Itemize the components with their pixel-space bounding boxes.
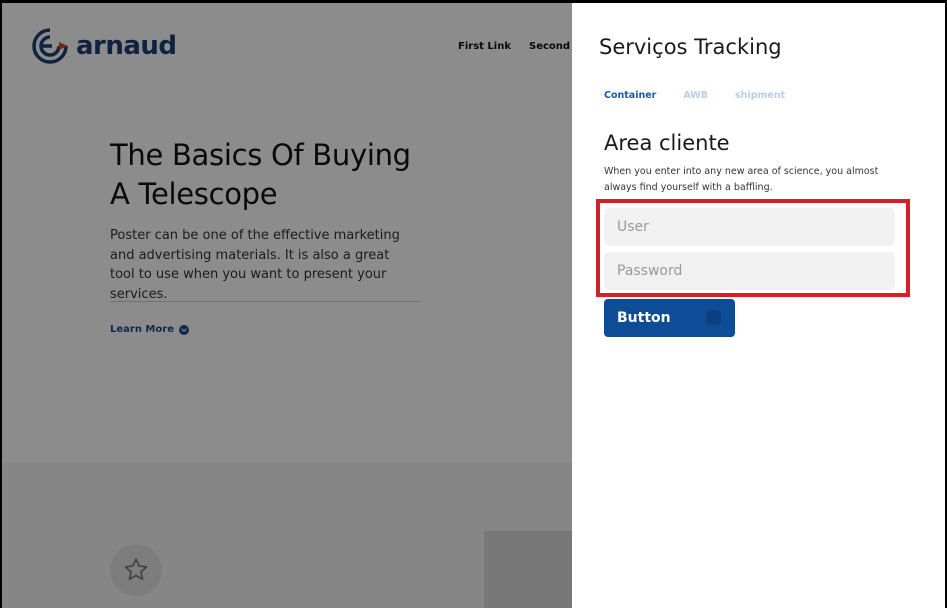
user-placeholder: User — [617, 219, 649, 235]
submit-button-label: Button — [617, 310, 671, 326]
area-title: Area cliente — [604, 131, 730, 155]
screen-frame: arnaud First Link Second L The Basics Of… — [2, 3, 945, 608]
tracking-tabs: Container AWB shipment — [604, 90, 812, 101]
tab-container[interactable]: Container — [604, 90, 656, 101]
tracking-panel: Serviços Tracking Container AWB shipment… — [572, 3, 945, 608]
area-description: When you enter into any new area of scie… — [604, 166, 879, 193]
submit-button[interactable]: Button — [604, 299, 735, 337]
password-placeholder: Password — [617, 263, 683, 279]
panel-title: Serviços Tracking — [599, 35, 782, 59]
modal-backdrop[interactable] — [2, 3, 572, 608]
button-square-icon — [706, 310, 721, 325]
tab-shipment[interactable]: shipment — [735, 90, 785, 101]
tab-awb[interactable]: AWB — [683, 90, 708, 101]
password-input[interactable]: Password — [604, 252, 895, 290]
user-input[interactable]: User — [604, 208, 895, 246]
